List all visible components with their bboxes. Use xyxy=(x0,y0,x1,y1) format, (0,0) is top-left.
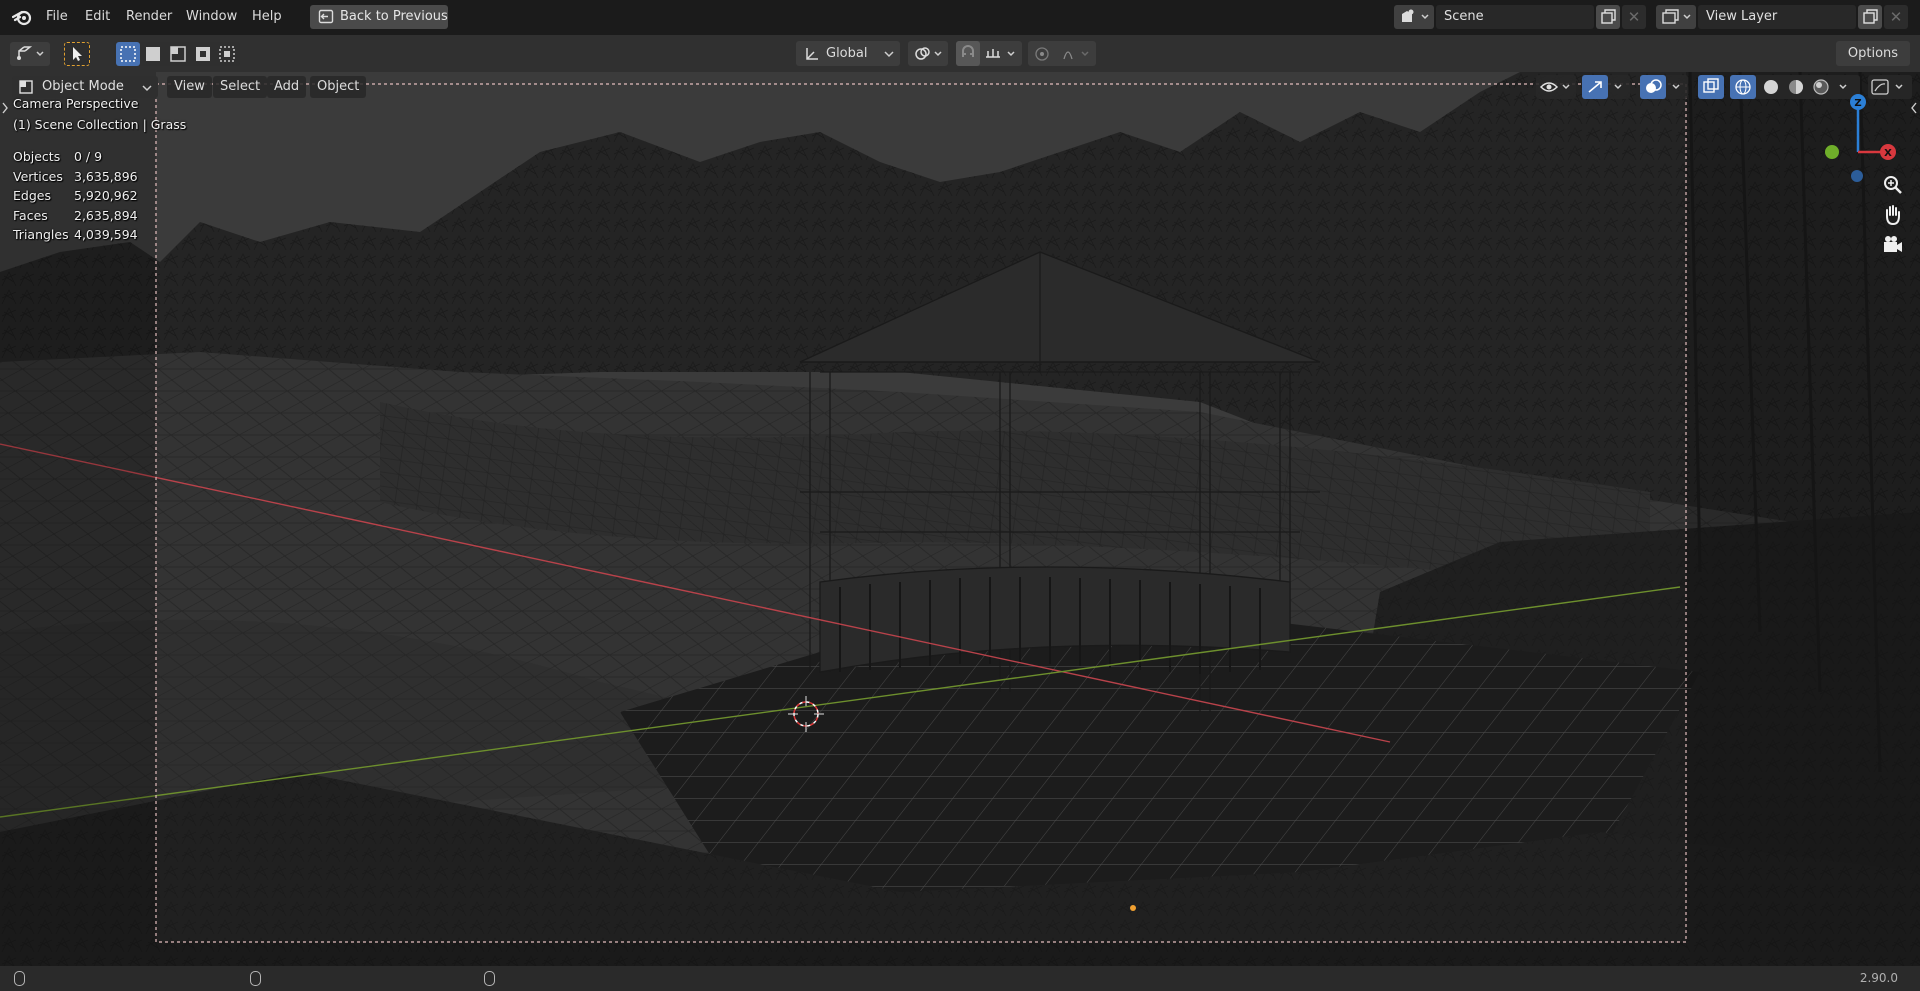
back-window-icon xyxy=(318,9,334,24)
mouse-right-icon xyxy=(484,971,495,986)
selection-mode-group xyxy=(114,42,240,66)
navigation-gizmo[interactable]: Z X xyxy=(1820,92,1920,182)
camera-perspective-label: Camera Perspective xyxy=(13,96,139,111)
scene-browse-button[interactable] xyxy=(1394,5,1434,29)
cursor-arrow-icon xyxy=(73,47,82,61)
overlays-toggle-group[interactable] xyxy=(1640,75,1688,99)
menu-help[interactable]: Help xyxy=(252,0,282,33)
duplicate-icon xyxy=(1601,9,1616,24)
chevron-down-icon xyxy=(884,51,894,58)
gizmo-toggle-group[interactable] xyxy=(1582,75,1630,99)
stats-label: Edges xyxy=(13,188,51,203)
status-bar: 2.90.0 xyxy=(0,966,1920,991)
stats-label: Faces xyxy=(13,208,48,223)
tool-header: Global Options xyxy=(0,35,1920,72)
menu-file[interactable]: File xyxy=(46,0,68,33)
viewport-header: Object Mode View Select Add Object xyxy=(0,72,1920,102)
back-to-previous-label: Back to Previous xyxy=(340,9,448,24)
view-layer-name-field[interactable]: View Layer xyxy=(1698,5,1856,29)
stats-label: Objects xyxy=(13,149,61,164)
pivot-point-dropdown[interactable] xyxy=(908,41,948,66)
menu-window[interactable]: Window xyxy=(186,0,237,33)
scene-icon xyxy=(1402,9,1429,22)
xray-icon xyxy=(1703,78,1719,93)
3d-viewport[interactable]: Object Mode View Select Add Object Camer… xyxy=(0,72,1920,966)
stats-value: 2,635,894 xyxy=(74,208,138,223)
delete-view-layer-icon[interactable]: ✕ xyxy=(1884,5,1908,29)
menu-render[interactable]: Render xyxy=(126,0,172,33)
duplicate-icon xyxy=(1863,9,1878,24)
xray-toggle-button[interactable] xyxy=(1698,75,1724,99)
camera-view-icon[interactable] xyxy=(1880,232,1906,258)
snap-group[interactable] xyxy=(956,41,1022,66)
back-to-previous-button[interactable]: Back to Previous xyxy=(310,5,448,29)
collection-label: (1) Scene Collection | Grass xyxy=(13,117,187,132)
scene-render xyxy=(0,72,1920,966)
options-dropdown[interactable]: Options xyxy=(1836,41,1910,66)
viewport-menu-view[interactable]: View xyxy=(167,76,212,98)
gizmo-toggle-icon xyxy=(1582,75,1622,99)
object-mode-label: Object Mode xyxy=(42,79,124,94)
viewport-menu-select[interactable]: Select xyxy=(213,76,268,98)
object-origin-dot xyxy=(1130,905,1136,911)
view-layer-browse-button[interactable] xyxy=(1656,5,1696,29)
selection-mode-icons xyxy=(116,42,235,66)
proportional-edit-icon xyxy=(1035,47,1089,61)
stats-value: 5,920,962 xyxy=(74,188,138,203)
menu-edit[interactable]: Edit xyxy=(85,0,110,33)
eye-icon xyxy=(1539,82,1570,92)
zoom-view-icon[interactable] xyxy=(1880,172,1906,198)
stats-label: Triangles xyxy=(13,227,69,242)
editor-type-button[interactable] xyxy=(10,42,50,66)
pivot-link-icon xyxy=(915,47,942,60)
chevron-down-icon xyxy=(142,85,152,92)
viewport-menu-object[interactable]: Object xyxy=(310,76,367,98)
blender-logo-icon[interactable] xyxy=(12,8,32,26)
snap-magnet-icon xyxy=(956,41,1015,66)
gizmo-x-label: X xyxy=(1884,148,1892,159)
object-mode-icon xyxy=(19,80,33,94)
orientation-label: Global xyxy=(826,46,868,61)
stats-label: Vertices xyxy=(13,169,63,184)
object-visibility-dropdown[interactable] xyxy=(1536,75,1576,99)
blender-version: 2.90.0 xyxy=(1859,971,1898,985)
orientation-axes-icon xyxy=(806,48,818,60)
stats-value: 3,635,896 xyxy=(74,169,138,184)
toolbar-expand-chevron-icon[interactable] xyxy=(1,101,9,115)
new-scene-button[interactable] xyxy=(1596,5,1620,29)
scene-name-field[interactable]: Scene xyxy=(1436,5,1594,29)
view-layer-icon xyxy=(1662,9,1691,24)
proportional-edit-group[interactable] xyxy=(1028,41,1096,66)
mouse-left-icon xyxy=(14,971,25,986)
mouse-middle-icon xyxy=(250,971,261,986)
top-menubar: File Edit Render Window Help Back to Pre… xyxy=(0,0,1920,35)
select-tool-button[interactable] xyxy=(64,42,90,66)
object-mode-dropdown[interactable]: Object Mode xyxy=(12,76,158,98)
gizmo-z-label: Z xyxy=(1854,98,1861,109)
delete-scene-icon[interactable]: ✕ xyxy=(1622,5,1646,29)
stats-value: 4,039,594 xyxy=(74,227,138,242)
viewport-menu-add[interactable]: Add xyxy=(267,76,307,98)
new-view-layer-button[interactable] xyxy=(1858,5,1882,29)
stats-value: 0 / 9 xyxy=(74,149,103,164)
transform-orientation-dropdown[interactable]: Global xyxy=(796,41,900,66)
pan-view-hand-icon[interactable] xyxy=(1880,202,1906,228)
3d-viewport-icon xyxy=(17,46,44,60)
overlays-icon xyxy=(1640,75,1680,99)
